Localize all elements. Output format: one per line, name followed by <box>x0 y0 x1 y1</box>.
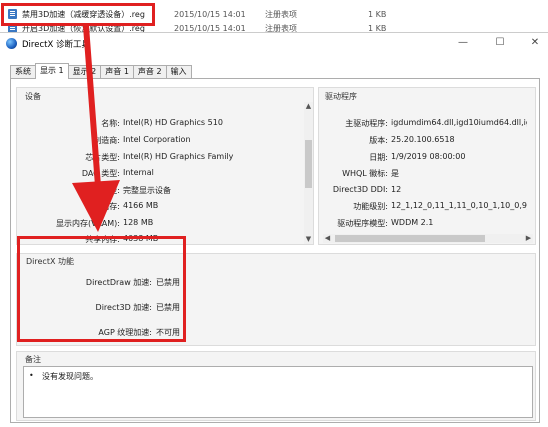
field-key: DAC 类型: <box>81 169 120 178</box>
field-key: 功能级别: <box>353 202 388 211</box>
directx-diag-window: DirectX 诊断工具 — ☐ ✕ 系统 显示 1 显示 2 声音 1 声音 … <box>0 32 548 427</box>
highlight-box-file <box>1 3 155 26</box>
notes-label: 备注 <box>25 355 41 364</box>
field-value: Intel Corporation <box>123 135 191 144</box>
driver-fields: 主驱动程序: igdumdim64.dll,igd10iumd64.dll,ig… <box>319 88 527 234</box>
scroll-right-icon[interactable]: ▶ <box>524 234 533 243</box>
field-key: Direct3D DDI: <box>332 185 388 194</box>
device-group: 设备 名称: Intel(R) HD Graphics 510 制造商: Int… <box>16 87 314 245</box>
tab-sound-1[interactable]: 声音 1 <box>100 65 134 79</box>
field-key: 制造商: <box>93 136 120 145</box>
field-key: 芯片类型: <box>85 153 120 162</box>
drivers-group: 驱动程序 主驱动程序: igdumdim64.dll,igd10iumd64.d… <box>318 87 536 245</box>
highlight-box-directx-features <box>17 236 186 342</box>
note-item: 没有发现问题。 <box>42 372 98 381</box>
tab-strip: 系统 显示 1 显示 2 声音 1 声音 2 输入 <box>10 63 192 79</box>
minimize-button[interactable]: — <box>456 36 470 50</box>
file-type: 注册表项 <box>265 9 297 19</box>
field-key: 日期: <box>369 153 388 162</box>
field-key: 主驱动程序: <box>345 119 388 128</box>
field-value: 4166 MB <box>123 201 159 210</box>
tab-display-2[interactable]: 显示 2 <box>67 65 102 79</box>
notes-text-area[interactable]: • 没有发现问题。 <box>23 366 533 418</box>
field-key: 总内存: <box>93 202 120 211</box>
field-key: 名称: <box>101 119 120 128</box>
field-value: 128 MB <box>123 218 154 227</box>
tab-system[interactable]: 系统 <box>10 65 36 79</box>
device-scrollbar[interactable]: ▲ ▼ <box>304 102 313 244</box>
field-key: 显示内存(VRAM): <box>55 219 120 228</box>
bullet-icon: • <box>29 371 34 380</box>
field-value: Internal <box>123 168 154 177</box>
field-value: WDDM 2.1 <box>391 218 434 227</box>
field-key: WHQL 徽标: <box>342 169 388 178</box>
window-title: DirectX 诊断工具 <box>22 40 90 50</box>
field-value: 12_1,12_0,11_1,11_0,10_1,10_0,9_3,9_2 <box>391 201 527 210</box>
field-value: 是 <box>391 169 399 178</box>
field-value: Intel(R) HD Graphics Family <box>123 152 234 161</box>
scroll-left-icon[interactable]: ◀ <box>323 234 332 243</box>
title-bar: DirectX 诊断工具 — ☐ ✕ <box>0 33 548 55</box>
tab-display-1[interactable]: 显示 1 <box>35 63 69 79</box>
field-key: 设备类型: <box>85 186 120 195</box>
field-value: 完整显示设备 <box>123 186 171 195</box>
maximize-button[interactable]: ☐ <box>493 36 507 50</box>
file-size: 1 KB <box>368 9 387 19</box>
field-value: Intel(R) HD Graphics 510 <box>123 118 223 127</box>
file-date: 2015/10/15 14:01 <box>174 9 246 19</box>
field-key: 驱动程序模型: <box>337 219 388 228</box>
field-value: 25.20.100.6518 <box>391 135 455 144</box>
close-button[interactable]: ✕ <box>528 36 542 50</box>
device-group-label: 设备 <box>25 92 41 101</box>
directx-icon <box>6 38 17 49</box>
field-value: igdumdim64.dll,igd10iumd64.dll,igd1 <box>391 118 527 127</box>
field-value: 1/9/2019 08:00:00 <box>391 152 466 161</box>
notes-group: 备注 • 没有发现问题。 <box>16 351 536 421</box>
scroll-thumb[interactable] <box>335 235 485 242</box>
field-key: 版本: <box>369 136 388 145</box>
scroll-up-icon[interactable]: ▲ <box>304 102 313 111</box>
drivers-hscrollbar[interactable]: ◀ ▶ <box>323 234 533 243</box>
scroll-thumb[interactable] <box>305 140 312 188</box>
tab-input[interactable]: 输入 <box>165 65 192 79</box>
scroll-down-icon[interactable]: ▼ <box>304 235 313 244</box>
field-value: 12 <box>391 185 402 194</box>
tab-sound-2[interactable]: 声音 2 <box>132 65 167 79</box>
